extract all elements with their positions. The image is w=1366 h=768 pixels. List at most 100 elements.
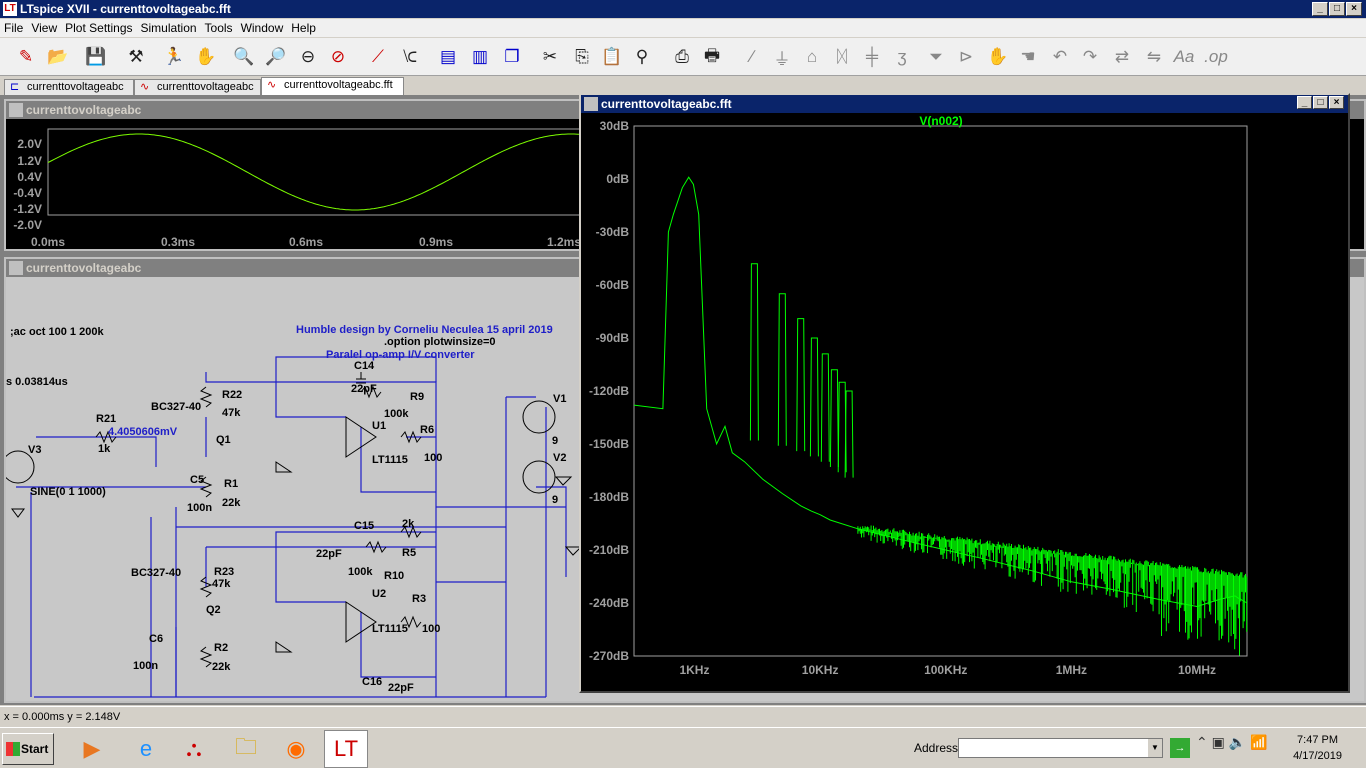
spice-directive-option[interactable]: .option plotwinsize=0 [384,336,496,348]
tab-waveform[interactable]: ∿ currenttovoltageabc [134,79,261,95]
zoom-out-icon[interactable]: ⊖ [294,43,322,71]
label-c6[interactable]: C6 [149,633,163,645]
label-c16[interactable]: C16 [362,676,382,688]
label-q2[interactable]: Q2 [206,604,221,616]
wire-icon[interactable]: ∕ [738,43,766,71]
child-close-button[interactable]: × [1329,96,1344,109]
value-r2[interactable]: 22k [212,661,231,673]
text-icon[interactable]: Aa [1170,43,1198,71]
resistor-icon[interactable]: ᛞ [828,43,856,71]
autorange-icon[interactable]: ⟋ [364,43,392,71]
label-c15[interactable]: C15 [354,520,374,532]
zoom-fit-icon[interactable]: ⊘ [324,43,352,71]
tile-horizontal-icon[interactable]: ▤ [434,43,462,71]
restore-button[interactable]: □ [1329,2,1345,16]
menu-plot-settings[interactable]: Plot Settings [61,19,136,37]
credit-comment[interactable]: Humble design by Corneliu Neculea 15 apr… [296,324,553,336]
diode-icon[interactable]: ⏷ [922,43,950,71]
title-comment[interactable]: Paralel op-amp I/V converter [326,349,475,361]
address-input[interactable] [958,738,1163,758]
label-r9[interactable]: R9 [410,391,424,403]
label-r1[interactable]: R1 [224,478,238,490]
file-explorer-icon[interactable]: 🗀 [224,730,268,768]
capacitor-icon[interactable]: ╪ [858,43,886,71]
value-r1[interactable]: 22k [222,497,241,509]
label-u2[interactable]: U2 [372,588,386,600]
value-r6[interactable]: 100 [424,452,442,464]
value-u1[interactable]: LT1115 [372,454,408,466]
value-c6[interactable]: 100n [133,660,158,672]
menu-view[interactable]: View [27,19,61,37]
label-r6[interactable]: R6 [420,424,434,436]
menu-tools[interactable]: Tools [201,19,237,37]
redo-icon[interactable]: ↷ [1076,43,1104,71]
label-r3[interactable]: R3 [412,593,426,605]
label-r5[interactable]: R5 [402,547,416,559]
halt-icon[interactable]: ✋ [192,43,220,71]
child-minimize-button[interactable]: _ [1297,96,1312,109]
value-v2[interactable]: 9 [552,494,558,506]
fft-plot-window[interactable]: currenttovoltageabc.fft _ □ × V(n002) 30… [579,93,1350,693]
component-icon[interactable]: ⊳ [952,43,980,71]
spice-directive-tran[interactable]: s 0.03814us [6,376,68,388]
value-r23[interactable]: 47k [212,578,231,590]
label-u1[interactable]: U1 [372,420,386,432]
network-icon[interactable]: 📶 [1250,734,1267,750]
label-bc327-2[interactable]: BC327-40 [131,567,181,579]
label-v2[interactable]: V2 [553,452,566,464]
chevron-up-icon[interactable]: ⌃ [1196,734,1208,750]
save-icon[interactable]: 💾 [82,43,110,71]
speaker-icon[interactable]: 🔈 [1229,734,1246,750]
value-r21[interactable]: 1k [98,443,111,455]
acrobat-icon[interactable]: ⛬ [172,730,216,768]
spice-directive-ac[interactable]: ;ac oct 100 1 200k [10,326,104,338]
value-v3[interactable]: SINE(0 1 1000) [30,486,106,498]
label-r10[interactable]: R10 [384,570,404,582]
drag-hand-icon[interactable]: ☚ [1014,43,1042,71]
zoom-in-icon[interactable]: 🔍 [230,43,258,71]
tile-vertical-icon[interactable]: ▥ [466,43,494,71]
move-hand-icon[interactable]: ✋ [984,43,1012,71]
value-c14[interactable]: 22pF [351,383,377,395]
ltspice-taskbar-icon[interactable]: LT [324,730,368,768]
cascade-icon[interactable]: ❐ [498,43,526,71]
trace-label[interactable]: V(n002) [919,114,962,128]
label-r23[interactable]: R23 [214,566,234,578]
label-c14[interactable]: C14 [354,360,375,372]
label-c5[interactable]: C5 [190,474,204,486]
firefox-icon[interactable]: ◉ [274,730,318,768]
pick-visible-icon[interactable]: ⟈ [396,43,424,71]
run-icon[interactable]: 🏃 [160,43,188,71]
copy-icon[interactable]: ⎘ [568,43,596,71]
label-v1[interactable]: V1 [553,393,566,405]
value-r10[interactable]: 100k [348,566,373,578]
label-net-icon[interactable]: ⌂ [798,43,826,71]
paste-icon[interactable]: 📋 [598,43,626,71]
value-r3[interactable]: 100 [422,623,440,635]
cut-icon[interactable]: ✂ [536,43,564,71]
label-r22[interactable]: R22 [222,389,242,401]
menu-window[interactable]: Window [237,19,288,37]
media-player-icon[interactable]: ▶ [70,730,114,768]
label-r2[interactable]: R2 [214,642,228,654]
fft-plot[interactable]: V(n002) 30dB 0dB -30dB -60dB -90dB -120dB -150… [581,113,1348,691]
zoom-pan-icon[interactable]: 🔎 [262,43,290,71]
go-button[interactable]: → [1170,738,1190,758]
ground-icon[interactable]: ⏚ [768,43,796,71]
value-c15[interactable]: 22pF [316,548,342,560]
menu-file[interactable]: File [0,19,27,37]
value-c16[interactable]: 22pF [388,682,414,694]
print-preview-icon[interactable]: ⎙ [668,43,696,71]
label-bc327-1[interactable]: BC327-40 [151,401,201,413]
spice-directive-icon[interactable]: .op [1202,43,1230,71]
mirror-icon[interactable]: ⇋ [1140,43,1168,71]
label-q1[interactable]: Q1 [216,434,231,446]
label-v3[interactable]: V3 [28,444,41,456]
find-icon[interactable]: ⚲ [628,43,656,71]
value-r5[interactable]: 2k [402,518,415,530]
value-u2[interactable]: LT1115 [372,623,408,635]
menu-help[interactable]: Help [287,19,320,37]
new-schematic-icon[interactable]: ✎ [12,43,40,71]
value-r9[interactable]: 100k [384,408,409,420]
tab-fft[interactable]: ∿ currenttovoltageabc.fft [261,77,404,95]
